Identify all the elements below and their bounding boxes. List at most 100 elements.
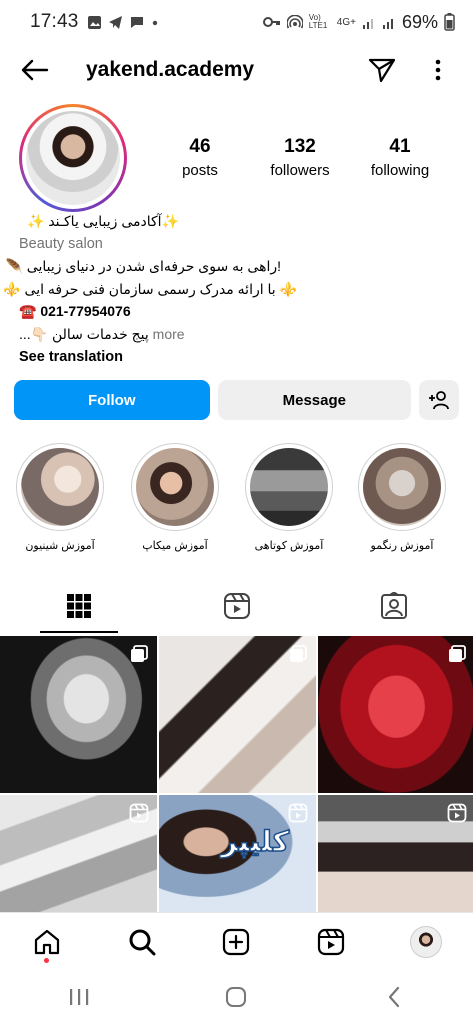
highlight-item[interactable]: آموزش کوتاهی (243, 443, 335, 552)
highlight-label: آموزش شینیون (25, 540, 95, 552)
direct-send-button[interactable] (367, 55, 397, 85)
add-person-icon (429, 391, 449, 410)
bio-line-4-text: پیج خدمات سالن 👇🏻... (19, 325, 149, 342)
system-navigation (0, 970, 473, 1024)
status-bar: 17:43 Vo) LTE1 4G+ 69% (0, 0, 473, 44)
back-system-button[interactable] (364, 977, 424, 1017)
followers-label: followers (270, 162, 330, 179)
bio-phone[interactable]: ☎️ 021-77954076 (19, 300, 459, 323)
volte-label: Vo) LTE1 (308, 13, 328, 30)
more-options-button[interactable] (423, 55, 453, 85)
suggested-accounts-button[interactable] (419, 380, 459, 420)
nav-reels[interactable] (306, 917, 356, 967)
grid-post[interactable] (0, 795, 157, 912)
reel-icon (447, 803, 467, 823)
carousel-icon (131, 645, 148, 662)
grid-post[interactable]: کلیپر (159, 795, 316, 912)
tab-posts-grid[interactable] (0, 580, 158, 633)
profile-actions: Follow Message (14, 380, 459, 420)
bio-category[interactable]: Beauty salon (19, 233, 459, 256)
recent-apps-button[interactable] (49, 977, 109, 1017)
telegram-icon (108, 15, 122, 29)
signal-icon (362, 18, 373, 29)
carousel-icon (290, 645, 307, 662)
reels-icon (317, 928, 345, 955)
notification-dot (44, 957, 50, 963)
avatar-photo (26, 111, 120, 205)
reel-icon (288, 803, 308, 823)
grid-icon (66, 594, 91, 618)
carousel-icon (449, 645, 466, 662)
tab-reels[interactable] (158, 580, 316, 632)
reels-icon (223, 593, 250, 619)
grid-post[interactable] (0, 636, 157, 793)
story-highlights: آموزش شینیون آموزش میکاپ آموزش کوتاهی آم… (0, 443, 473, 558)
posts-grid: کلیپر (0, 636, 473, 912)
more-vertical-icon (435, 59, 441, 81)
stat-following[interactable]: 41 following (350, 136, 450, 179)
stat-followers[interactable]: 132 followers (250, 136, 350, 179)
bottom-navigation (0, 912, 473, 970)
highlight-cover (250, 448, 328, 526)
avatar (409, 925, 442, 958)
grid-post[interactable] (318, 795, 473, 912)
status-right: Vo) LTE1 4G+ 69% (262, 11, 455, 33)
highlight-item[interactable]: آموزش شینیون (14, 443, 106, 552)
home-circle-icon (226, 987, 247, 1007)
nav-search[interactable] (117, 917, 167, 967)
profile-content-tabs (0, 580, 473, 633)
chat-icon (130, 16, 143, 28)
bio-line-2: ⚜️ با ارائه مدرک رسمی سازمان فنی حرفه ای… (3, 280, 297, 297)
nav-home[interactable] (22, 917, 72, 967)
highlight-label: آموزش رنگمو (370, 540, 434, 552)
network-type: 4G+ (336, 16, 356, 28)
highlight-cover (136, 448, 214, 526)
home-icon (35, 929, 60, 954)
home-system-button[interactable] (206, 977, 266, 1017)
profile-summary: 46 posts 132 followers 41 following (0, 102, 473, 212)
profile-header: yakend.academy (0, 44, 473, 96)
posts-count: 46 (189, 136, 211, 157)
highlight-label: آموزش کوتاهی (254, 540, 324, 552)
search-icon (129, 929, 156, 955)
chevron-left-icon (389, 986, 400, 1008)
grid-post[interactable] (318, 636, 473, 793)
key-icon (262, 17, 280, 27)
grid-post[interactable] (159, 636, 316, 793)
hotspot-icon (286, 15, 303, 29)
highlight-item[interactable]: آموزش میکاپ (129, 443, 221, 552)
create-icon (223, 928, 250, 955)
tab-tagged[interactable] (315, 580, 473, 632)
message-button[interactable]: Message (217, 380, 412, 420)
back-button[interactable] (16, 52, 52, 88)
arrow-left-icon (21, 59, 49, 81)
recent-apps-icon (69, 989, 89, 1005)
profile-stats: 46 posts 132 followers 41 following (150, 136, 450, 179)
see-translation-link[interactable]: See translation (19, 346, 459, 369)
bio-line-4: پیج خدمات سالن 👇🏻... more (19, 323, 459, 346)
gallery-icon (87, 15, 101, 29)
status-left: 17:43 (30, 11, 159, 33)
bio-line-1: !راهی به سوی حرفه‌ای شدن در دنیای زیبایی… (5, 258, 281, 274)
followers-count: 132 (284, 136, 316, 157)
reel-icon (129, 803, 149, 823)
nav-create[interactable] (211, 917, 261, 967)
following-count: 41 (389, 136, 411, 157)
follow-button[interactable]: Follow (14, 380, 210, 420)
highlight-item[interactable]: آموزش رنگمو (356, 443, 448, 552)
dot-icon (152, 20, 157, 25)
highlight-label: آموزش میکاپ (142, 540, 208, 552)
profile-username: yakend.academy (86, 58, 255, 81)
bio-more-link[interactable]: more (149, 326, 185, 342)
posts-label: posts (182, 162, 218, 179)
battery-text: 69% (401, 11, 438, 32)
battery-icon (444, 13, 455, 31)
signal-icon (382, 18, 393, 29)
direct-send-icon (368, 58, 396, 83)
highlight-cover (363, 448, 441, 526)
profile-avatar[interactable] (19, 104, 127, 212)
stat-posts[interactable]: 46 posts (150, 136, 250, 179)
nav-profile[interactable] (401, 917, 451, 967)
post-overlay-text: کلیپر (220, 824, 290, 859)
following-label: following (370, 162, 430, 179)
